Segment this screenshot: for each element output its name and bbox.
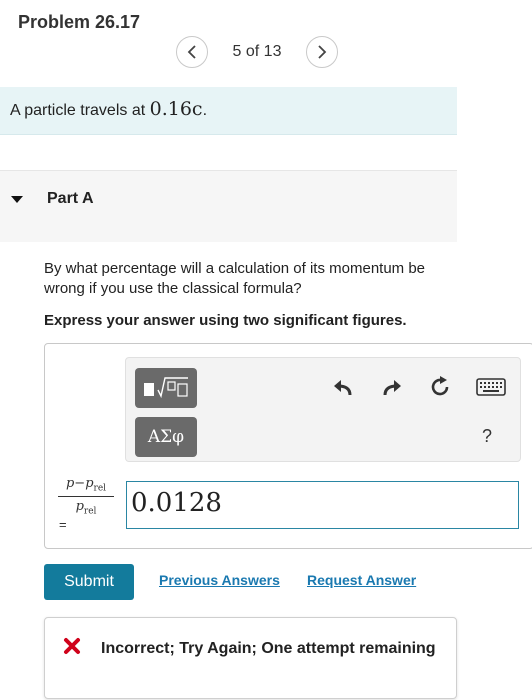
- previous-problem-button[interactable]: [176, 36, 208, 68]
- fraction-numerator: p−prel: [58, 476, 114, 497]
- part-label: Part A: [47, 190, 94, 207]
- templates-icon: [144, 377, 188, 399]
- problem-intro: A particle travels at 0.16c.: [0, 87, 457, 135]
- submit-button[interactable]: Submit: [44, 564, 134, 600]
- redo-icon: [383, 380, 401, 396]
- previous-answers-link[interactable]: Previous Answers: [159, 572, 280, 588]
- collapse-triangle-icon[interactable]: [11, 196, 23, 203]
- chevron-left-icon: [187, 45, 196, 59]
- intro-speed: 0.16c: [149, 98, 203, 120]
- symbols-button[interactable]: ΑΣφ: [135, 417, 197, 457]
- next-problem-button[interactable]: [306, 36, 338, 68]
- answer-instruction: Express your answer using two significan…: [44, 312, 407, 329]
- undo-button[interactable]: [330, 374, 356, 400]
- intro-text: A particle travels at 0.16c.: [10, 98, 207, 120]
- question-text: By what percentage will a calculation of…: [44, 260, 426, 297]
- help-button[interactable]: ?: [482, 426, 492, 447]
- request-answer-link[interactable]: Request Answer: [307, 572, 416, 588]
- keyboard-button[interactable]: [475, 374, 507, 400]
- pager-position: 5 of 13: [232, 43, 282, 60]
- keyboard-icon: [476, 378, 506, 396]
- fraction-denominator: prel: [75, 498, 97, 517]
- intro-suffix: .: [202, 102, 208, 119]
- answer-expression-label: p−prel prel: [58, 476, 114, 516]
- equals-sign: =: [59, 517, 67, 532]
- templates-button[interactable]: [135, 368, 197, 408]
- redo-button[interactable]: [379, 374, 405, 400]
- undo-icon: [334, 380, 352, 396]
- feedback-panel: Incorrect; Try Again; One attempt remain…: [44, 617, 457, 699]
- problem-pager: 5 of 13: [176, 36, 338, 68]
- chevron-right-icon: [318, 45, 327, 59]
- reset-icon: [431, 376, 449, 396]
- part-a-header[interactable]: Part A: [0, 170, 457, 242]
- answer-input[interactable]: 0.0128: [126, 481, 519, 529]
- reset-button[interactable]: [427, 374, 453, 400]
- math-toolbar: ΑΣφ ?: [125, 357, 521, 462]
- problem-title: Problem 26.17: [18, 12, 141, 32]
- intro-prefix: A particle travels at: [10, 102, 150, 119]
- feedback-message: Incorrect; Try Again; One attempt remain…: [101, 640, 436, 657]
